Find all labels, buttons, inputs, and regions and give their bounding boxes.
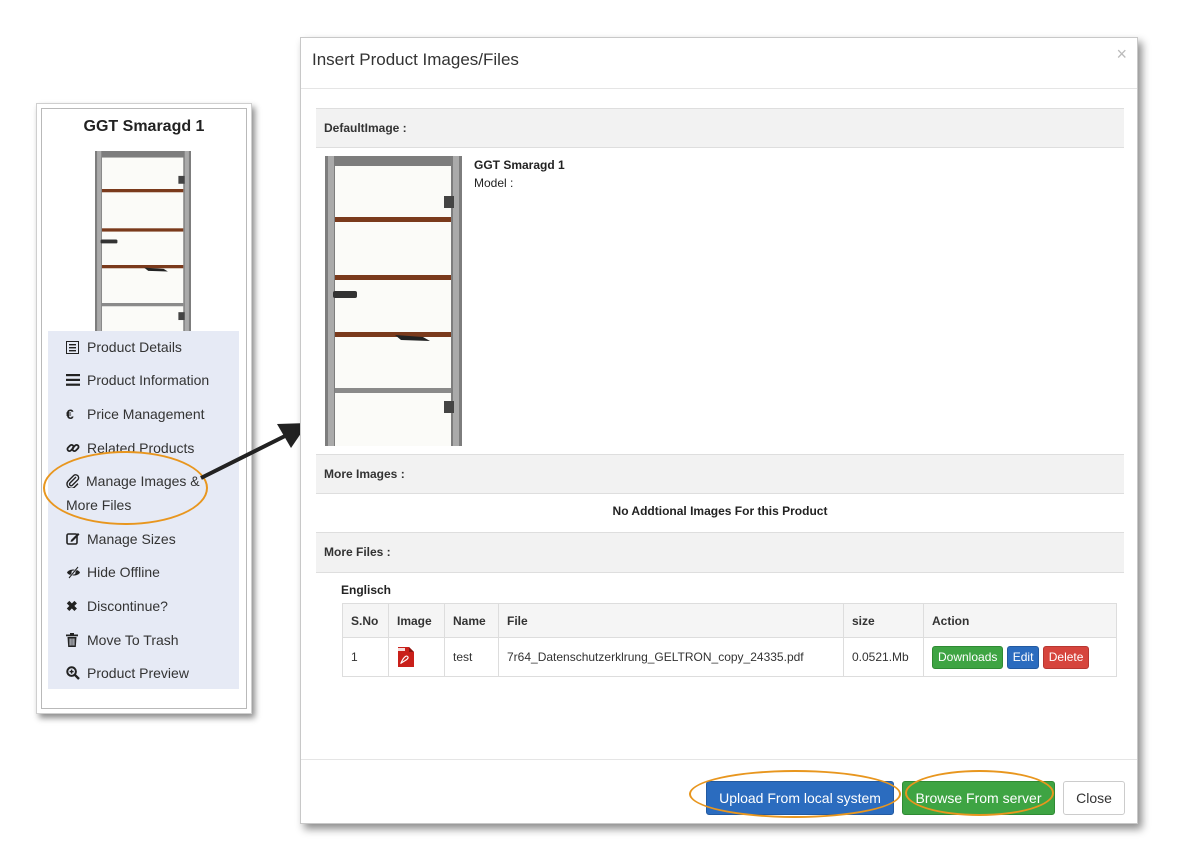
menu-item-label: Manage Images & More Files xyxy=(66,473,200,513)
times-icon: ✖ xyxy=(66,598,78,614)
browse-from-server-button[interactable]: Browse From server xyxy=(902,781,1055,815)
menu-item-product-information[interactable]: Product Information xyxy=(66,368,231,392)
menu-item-label: Product Preview xyxy=(87,665,189,681)
menu-item-manage-images[interactable]: Manage Images & More Files xyxy=(66,469,216,517)
product-card: GGT Smaragd 1 Product Details Product In… xyxy=(36,103,252,714)
column-header-image: Image xyxy=(388,603,445,638)
more-files-section-header: More Files : xyxy=(316,532,1124,573)
menu-item-move-to-trash[interactable]: Move To Trash xyxy=(66,628,231,652)
cell-sno: 1 xyxy=(342,637,389,677)
default-product-image[interactable] xyxy=(325,156,462,446)
files-table: S.No Image Name File size Action 1 test … xyxy=(342,603,1117,677)
menu-item-product-details[interactable]: Product Details xyxy=(66,335,231,359)
menu-item-label: Product Details xyxy=(87,339,182,355)
product-thumbnail[interactable] xyxy=(95,151,191,341)
product-name: GGT Smaragd 1 xyxy=(474,158,565,172)
cell-image xyxy=(388,637,445,677)
downloads-button[interactable]: Downloads xyxy=(932,645,1004,669)
table-header-row: S.No Image Name File size Action xyxy=(342,603,1117,638)
menu-item-label: Discontinue? xyxy=(87,598,168,614)
zoom-icon xyxy=(66,661,87,685)
cell-size: 0.0521.Mb xyxy=(843,637,924,677)
product-card-title: GGT Smaragd 1 xyxy=(83,118,205,135)
column-header-name: Name xyxy=(444,603,499,638)
insert-images-modal: Insert Product Images/Files × DefaultIma… xyxy=(300,37,1138,824)
more-images-label: More Images : xyxy=(324,467,405,481)
product-model-label: Model : xyxy=(474,176,514,190)
column-header-file: File xyxy=(498,603,844,638)
more-files-label: More Files : xyxy=(324,545,391,559)
menu-item-label: Hide Offline xyxy=(87,564,160,580)
cell-file: 7r64_Datenschutzerklrung_GELTRON_copy_24… xyxy=(498,637,844,677)
delete-button[interactable]: Delete xyxy=(1042,645,1090,669)
menu-item-label: Move To Trash xyxy=(87,632,179,648)
list-icon xyxy=(66,335,87,359)
menu-item-label: Related Products xyxy=(87,440,195,456)
modal-header: Insert Product Images/Files × xyxy=(301,38,1137,89)
menu-item-label: Product Information xyxy=(87,372,210,388)
menu-item-label: Price Management xyxy=(87,406,205,422)
table-row: 1 test 7r64_Datenschutzerklrung_GELTRON_… xyxy=(342,637,1117,677)
pdf-icon[interactable] xyxy=(397,647,415,667)
default-image-section-header: DefaultImage : xyxy=(316,108,1124,148)
column-header-size: size xyxy=(843,603,924,638)
upload-from-local-button[interactable]: Upload From local system xyxy=(706,781,894,815)
trash-icon xyxy=(66,628,87,652)
paperclip-icon xyxy=(66,469,86,493)
euro-icon: € xyxy=(66,406,74,422)
no-images-message: No Addtional Images For this Product xyxy=(612,504,828,518)
menu-item-label: Manage Sizes xyxy=(87,531,176,547)
edit-button[interactable]: Edit xyxy=(1006,645,1040,669)
pointer-arrow xyxy=(200,423,308,480)
column-header-action: Action xyxy=(923,603,1117,638)
cell-name: test xyxy=(444,637,499,677)
edit-icon xyxy=(66,527,87,551)
default-image-label: DefaultImage : xyxy=(324,121,407,135)
menu-item-manage-sizes[interactable]: Manage Sizes xyxy=(66,527,231,551)
column-header-sno: S.No xyxy=(342,603,389,638)
modal-footer: Upload From local system Browse From ser… xyxy=(301,759,1137,825)
cell-actions: Downloads Edit Delete xyxy=(923,637,1117,677)
menu-item-product-preview[interactable]: Product Preview xyxy=(66,661,231,685)
menu-item-discontinue[interactable]: ✖ Discontinue? xyxy=(66,594,231,618)
link-icon xyxy=(66,436,87,460)
modal-title: Insert Product Images/Files xyxy=(312,50,519,69)
close-icon[interactable]: × xyxy=(1116,44,1127,65)
product-action-menu: Product Details Product Information € Pr… xyxy=(48,331,239,689)
language-label: Englisch xyxy=(341,583,392,597)
bars-icon xyxy=(66,368,87,392)
eye-slash-icon xyxy=(66,560,87,584)
more-images-section-header: More Images : xyxy=(316,454,1124,494)
close-button[interactable]: Close xyxy=(1063,781,1125,815)
menu-item-hide-offline[interactable]: Hide Offline xyxy=(66,560,231,584)
